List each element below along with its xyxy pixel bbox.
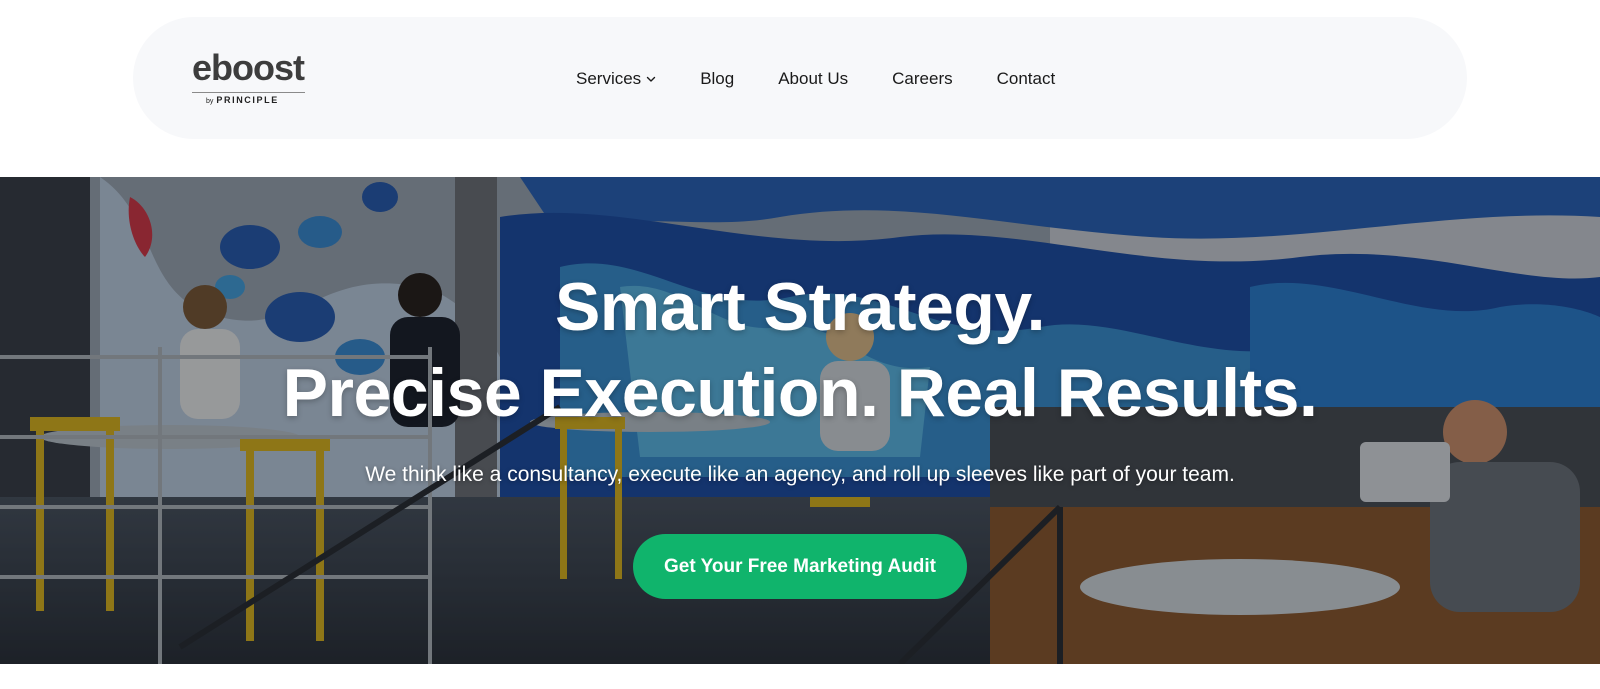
logo-divider <box>192 92 305 93</box>
hero-section: Smart Strategy. Precise Execution. Real … <box>0 177 1600 664</box>
nav-item-contact[interactable]: Contact <box>997 66 1056 92</box>
logo-brand-text: PRINCIPLE <box>216 95 279 105</box>
nav-item-about-us[interactable]: About Us <box>778 66 848 92</box>
hero-content: Smart Strategy. Precise Execution. Real … <box>0 177 1600 664</box>
chevron-down-icon <box>646 74 656 84</box>
hero-headline-line-2: Precise Execution. Real Results. <box>282 355 1318 431</box>
hero-headline-line-1: Smart Strategy. <box>554 269 1046 345</box>
nav-item-careers[interactable]: Careers <box>892 66 952 92</box>
nav-item-label: Services <box>576 69 642 88</box>
logo-by-text: by <box>206 98 214 105</box>
site-header: eboost by PRINCIPLE Services Blog About U… <box>133 17 1467 139</box>
nav-item-services[interactable]: Services <box>576 66 656 92</box>
nav-item-blog[interactable]: Blog <box>700 66 734 92</box>
logo-subline: by PRINCIPLE <box>206 94 279 108</box>
logo-wordmark: eboost <box>192 47 305 88</box>
hero-tagline: We think like a consultancy, execute lik… <box>365 463 1235 486</box>
free-marketing-audit-button[interactable]: Get Your Free Marketing Audit <box>633 534 967 599</box>
eboost-logo[interactable]: eboost by PRINCIPLE <box>192 50 312 106</box>
main-navigation: Services Blog About Us Careers Contact <box>576 66 1055 92</box>
